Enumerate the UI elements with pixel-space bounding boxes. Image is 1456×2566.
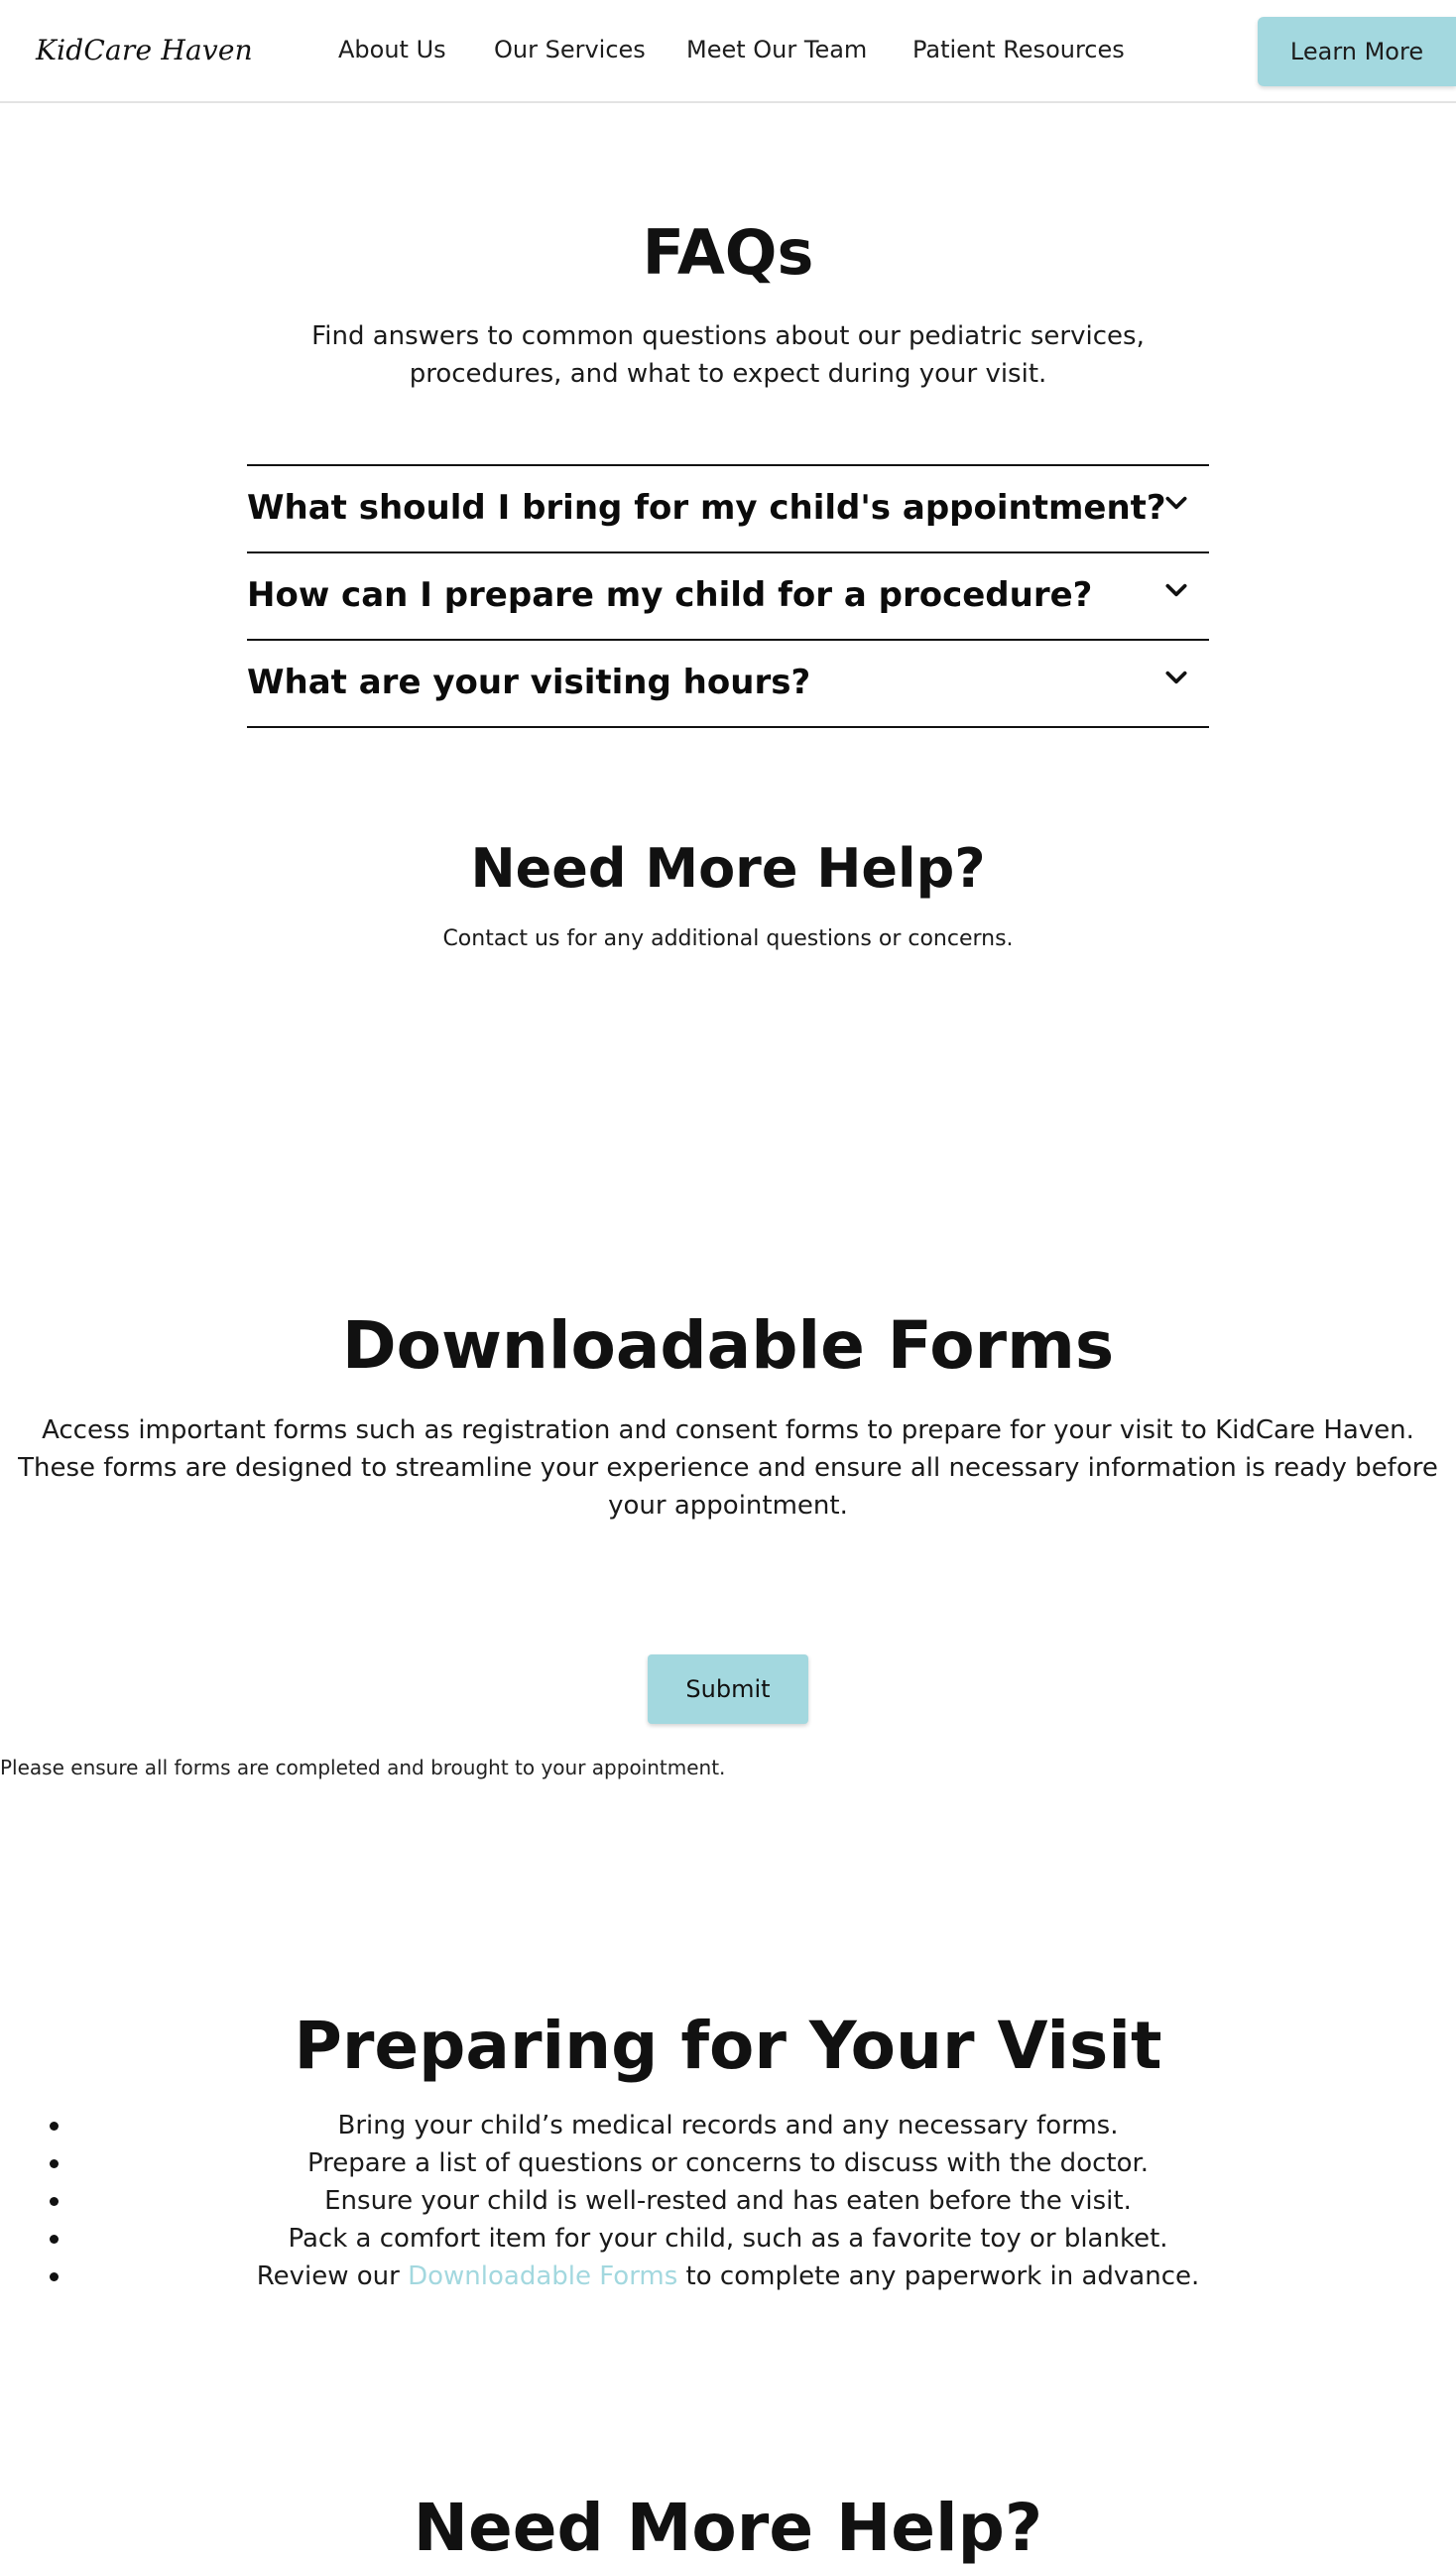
main-nav: About Us Our Services Meet Our Team Pati… [0,0,1456,103]
bullet-icon [50,2159,59,2168]
help-title-bottom: Need More Help? [413,2490,1043,2566]
faq-accordion: What should I bring for my child's appoi… [247,464,1209,728]
faq-title: FAQs [642,216,814,289]
site-header: KidCare Haven About Us Our Services Meet… [0,0,1456,103]
faq-item[interactable]: What should I bring for my child's appoi… [247,466,1209,553]
help-title: Need More Help? [470,837,986,900]
forms-note: Please ensure all forms are completed an… [0,1756,726,1779]
list-item-text: Review our Downloadable Forms to complet… [257,2258,1200,2295]
list-item-suffix: to complete any paperwork in advance. [677,2261,1200,2291]
bullet-icon [50,2235,59,2244]
bullet-icon [50,2122,59,2131]
list-item-text: Bring your child’s medical records and a… [337,2111,1119,2140]
list-item-prefix: Review our [256,2261,409,2291]
forms-title: Downloadable Forms [341,1307,1115,1384]
faq-item[interactable]: How can I prepare my child for a procedu… [247,553,1209,641]
list-item-text: Pack a comfort item for your child, such… [288,2224,1168,2254]
chevron-down-icon[interactable] [1163,577,1189,603]
nav-patient-resources[interactable]: Patient Resources [912,36,1125,63]
submit-button[interactable]: Submit [648,1654,808,1724]
faq-item[interactable]: What are your visiting hours? [247,641,1209,728]
faq-question: What should I bring for my child's appoi… [247,488,1166,528]
nav-about-us[interactable]: About Us [338,36,446,63]
nav-meet-our-team[interactable]: Meet Our Team [686,36,867,63]
list-item: Ensure your child is well-rested and has… [0,2182,1456,2220]
list-item: Pack a comfort item for your child, such… [0,2220,1456,2258]
help-subtitle: Contact us for any additional questions … [442,926,1014,951]
faq-subtitle: Find answers to common questions about o… [311,321,1145,389]
list-item: Prepare a list of questions or concerns … [0,2144,1456,2182]
prepare-list: Bring your child’s medical records and a… [0,2107,1456,2295]
bullet-icon [50,2272,59,2281]
list-item: Bring your child’s medical records and a… [0,2107,1456,2144]
chevron-down-icon[interactable] [1163,665,1189,690]
downloadable-forms-link[interactable]: Downloadable Forms [408,2261,677,2291]
list-item: Review our Downloadable Forms to complet… [0,2258,1456,2295]
bullet-icon [50,2197,59,2206]
chevron-down-icon[interactable] [1163,490,1189,516]
list-item-text: Prepare a list of questions or concerns … [306,2148,1150,2178]
list-item-text: Ensure your child is well-rested and has… [324,2186,1132,2216]
forms-description: Access important forms such as registrat… [18,1415,1438,1521]
learn-more-button[interactable]: Learn More [1258,17,1456,86]
nav-our-services[interactable]: Our Services [494,36,646,63]
prepare-title: Preparing for Your Visit [294,2008,1162,2084]
faq-question: What are your visiting hours? [247,663,811,702]
faq-question: How can I prepare my child for a procedu… [247,575,1093,615]
